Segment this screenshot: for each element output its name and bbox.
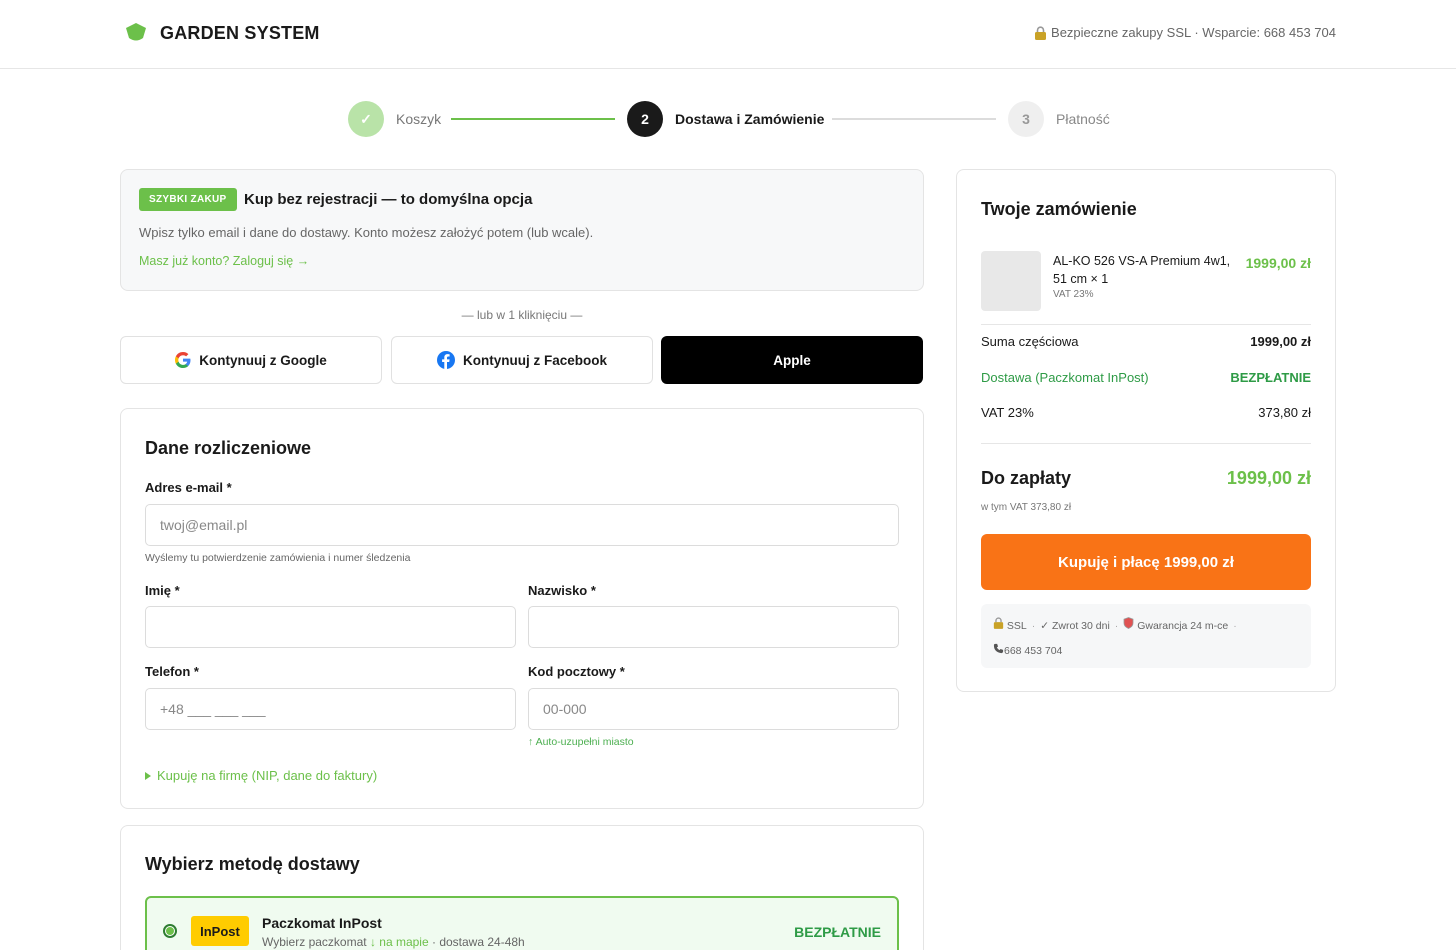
quick-buy-title: Kup bez rejestracji — to domyślna opcja bbox=[244, 191, 533, 208]
shipping-label: Dostawa (Paczkomat InPost) bbox=[981, 370, 1149, 385]
check-icon: ✓ bbox=[360, 110, 372, 127]
step-3-label: Płatność bbox=[1056, 111, 1110, 127]
trust-phone-label: 668 453 704 bbox=[1004, 645, 1063, 657]
total-label: Do zapłaty bbox=[981, 468, 1072, 488]
email-label: Adres e-mail * bbox=[145, 480, 232, 495]
delivery-sub-prefix: Wybierz paczkomat bbox=[262, 935, 367, 949]
step-1-circle[interactable]: ✓ bbox=[348, 101, 384, 137]
phone-field[interactable] bbox=[145, 688, 516, 730]
billing-title: Dane rozliczeniowe bbox=[145, 438, 312, 458]
delivery-radio[interactable] bbox=[163, 924, 177, 938]
divider bbox=[981, 324, 1311, 325]
step-2-label: Dostawa i Zamówienie bbox=[675, 111, 825, 127]
brand-name: GARDEN SYSTEM bbox=[160, 22, 320, 43]
login-link[interactable]: Masz już konto? Zaloguj się → bbox=[139, 254, 309, 268]
logo[interactable]: GARDEN SYSTEM bbox=[124, 22, 320, 44]
first-name-label: Imię * bbox=[145, 583, 180, 598]
header-security-info: Bezpieczne zakupy SSL · Wsparcie: 668 45… bbox=[1034, 25, 1336, 40]
expand-triangle-icon bbox=[145, 771, 151, 780]
quick-buy-description: Wpisz tylko email i dane do dostawy. Kon… bbox=[139, 225, 594, 240]
last-name-label: Nazwisko * bbox=[528, 583, 596, 598]
shipping-value: BEZPŁATNIE bbox=[1230, 370, 1311, 385]
zip-hint: ↑ Auto-uzupełni miasto bbox=[528, 736, 634, 748]
step-1-label[interactable]: Koszyk bbox=[396, 111, 441, 127]
step-line-pending bbox=[832, 118, 996, 120]
delivery-section: Wybierz metodę dostawy InPost Paczkomat … bbox=[120, 825, 924, 950]
apple-label: Apple bbox=[773, 352, 811, 368]
vat-value: 373,80 zł bbox=[1258, 405, 1311, 420]
delivery-title: Wybierz metodę dostawy bbox=[145, 854, 360, 874]
phone-icon bbox=[993, 643, 1004, 654]
shield-icon bbox=[1123, 617, 1134, 629]
zip-label: Kod pocztowy * bbox=[528, 664, 625, 679]
radio-selected-dot bbox=[166, 927, 174, 935]
vat-label: VAT 23% bbox=[981, 405, 1034, 420]
trust-warranty: Gwarancja 24 m-ce bbox=[1123, 617, 1229, 632]
step-3-circle: 3 bbox=[1008, 101, 1044, 137]
delivery-sub-suffix: · dostawa 24-48h bbox=[431, 935, 525, 949]
social-divider: — lub w 1 kliknięciu — bbox=[461, 308, 583, 322]
email-hint: Wyślemy tu potwierdzenie zamówienia i nu… bbox=[145, 552, 411, 564]
google-label: Kontynuuj z Google bbox=[199, 352, 327, 368]
last-name-field[interactable] bbox=[528, 606, 899, 648]
zip-field[interactable] bbox=[528, 688, 899, 730]
product-vat: VAT 23% bbox=[1053, 289, 1094, 300]
inpost-logo: InPost bbox=[191, 916, 249, 946]
phone-label: Telefon * bbox=[145, 664, 199, 679]
site-header: GARDEN SYSTEM Bezpieczne zakupy SSL · Ws… bbox=[0, 0, 1456, 69]
total-value: 1999,00 zł bbox=[1226, 468, 1311, 488]
divider bbox=[981, 443, 1311, 444]
delivery-option-subtitle: Wybierz paczkomat ↓ na mapie · dostawa 2… bbox=[262, 935, 525, 949]
step-line-done bbox=[451, 118, 615, 120]
billing-section: Dane rozliczeniowe Adres e-mail * Wyślem… bbox=[120, 408, 924, 809]
company-toggle-label: Kupuję na firmę (NIP, dane do faktury) bbox=[157, 768, 378, 783]
buy-and-pay-button[interactable]: Kupuję i płacę 1999,00 zł bbox=[981, 534, 1311, 590]
quick-buy-badge: SZYBKI ZAKUP bbox=[139, 188, 237, 211]
checkout-stepper: ✓ Koszyk 2 Dostawa i Zamówienie 3 Płatno… bbox=[348, 101, 1110, 137]
product-name: AL-KO 526 VS-A Premium 4w1, 51 cm × 1 bbox=[1053, 254, 1231, 286]
google-login-button[interactable]: Kontynuuj z Google bbox=[120, 336, 382, 384]
lock-icon bbox=[993, 617, 1004, 629]
step-2-circle: 2 bbox=[627, 101, 663, 137]
trust-ssl: SSL bbox=[993, 617, 1027, 632]
step-2-number: 2 bbox=[641, 111, 649, 127]
delivery-option-price: BEZPŁATNIE bbox=[794, 924, 881, 940]
google-icon bbox=[175, 352, 191, 368]
leaf-logo-icon bbox=[126, 23, 146, 41]
trust-warranty-label: Gwarancja 24 m-ce bbox=[1137, 620, 1229, 632]
facebook-icon bbox=[436, 351, 455, 369]
quick-buy-panel: SZYBKI ZAKUP Kup bez rejestracji — to do… bbox=[120, 169, 924, 291]
lock-icon bbox=[1035, 25, 1047, 40]
trust-phone[interactable]: 668 453 704 bbox=[993, 643, 1063, 657]
order-summary: Twoje zamówienie AL-KO 526 VS-A Premium … bbox=[956, 169, 1336, 692]
header-info-text: Bezpieczne zakupy SSL · Wsparcie: 668 45… bbox=[1051, 25, 1336, 40]
subtotal-label: Suma częściowa bbox=[981, 334, 1079, 349]
email-field[interactable] bbox=[145, 504, 899, 546]
trust-ssl-label: SSL bbox=[1006, 620, 1027, 632]
step-3-number: 3 bbox=[1022, 111, 1030, 127]
trust-returns: ✓ Zwrot 30 dni bbox=[1040, 620, 1110, 632]
map-link[interactable]: ↓ na mapie bbox=[370, 935, 429, 949]
delivery-option-inpost[interactable]: InPost Paczkomat InPost Wybierz paczkoma… bbox=[145, 896, 899, 950]
delivery-option-name: Paczkomat InPost bbox=[262, 915, 382, 931]
facebook-label: Kontynuuj z Facebook bbox=[462, 352, 607, 368]
company-toggle[interactable]: Kupuję na firmę (NIP, dane do faktury) bbox=[145, 768, 377, 783]
first-name-field[interactable] bbox=[145, 606, 516, 648]
product-price: 1999,00 zł bbox=[1245, 255, 1311, 271]
trust-badges: SSL · ✓ Zwrot 30 dni · Gwarancja 24 m-ce · 66… bbox=[981, 604, 1311, 668]
summary-title: Twoje zamówienie bbox=[981, 199, 1137, 219]
product-thumbnail bbox=[981, 251, 1041, 311]
facebook-login-button[interactable]: Kontynuuj z Facebook bbox=[391, 336, 653, 384]
apple-login-button[interactable]: Apple bbox=[661, 336, 923, 384]
subtotal-value: 1999,00 zł bbox=[1250, 334, 1311, 349]
total-vat-note: w tym VAT 373,80 zł bbox=[981, 502, 1072, 513]
